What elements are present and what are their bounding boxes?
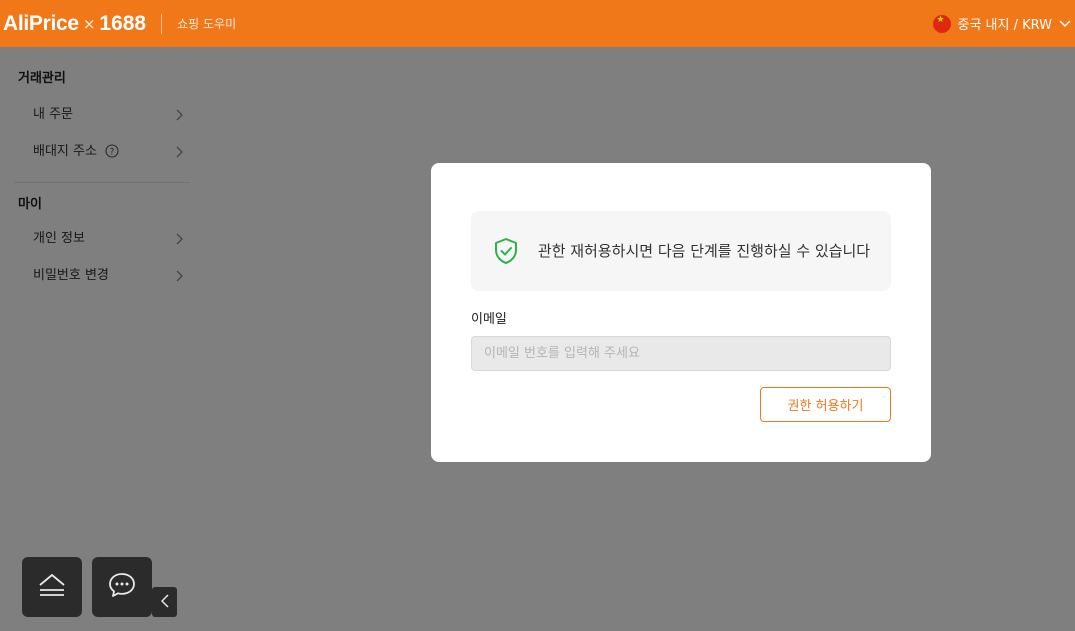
chevron-left-icon xyxy=(160,593,169,612)
notice-text: 관한 재허용하시면 다음 단계를 진행하실 수 있습니다 xyxy=(537,241,871,260)
scroll-top-button[interactable] xyxy=(22,557,82,617)
chat-button[interactable] xyxy=(92,557,152,617)
header-tagline: 쇼핑 도우미 xyxy=(177,17,237,31)
email-input[interactable] xyxy=(471,336,891,371)
logo-brand: AliPrice xyxy=(3,11,79,35)
logo[interactable]: AliPrice × 1688 xyxy=(3,12,146,36)
chevron-down-icon xyxy=(1059,20,1071,28)
region-label: 중국 내지 / KRW xyxy=(957,18,1052,33)
top-header: AliPrice × 1688 쇼핑 도우미 ★ 중국 내지 / KRW xyxy=(0,0,1075,47)
logo-times: × xyxy=(82,14,96,33)
china-flag-icon: ★ xyxy=(933,14,952,33)
chat-icon xyxy=(107,571,137,603)
collapse-button[interactable] xyxy=(152,587,177,617)
scroll-top-icon xyxy=(37,572,67,602)
permission-dialog: 관한 재허용하시면 다음 단계를 진행하실 수 있습니다 이메일 권한 허용하기 xyxy=(431,163,931,462)
region-selector[interactable]: ★ 중국 내지 / KRW xyxy=(933,0,1071,47)
email-label: 이메일 xyxy=(471,312,507,327)
shield-check-icon xyxy=(493,237,519,265)
app-page: AliPrice × 1688 쇼핑 도우미 ★ 중국 내지 / KRW 거래관… xyxy=(0,0,1075,631)
notice-box: 관한 재허용하시면 다음 단계를 진행하실 수 있습니다 xyxy=(471,211,891,291)
grant-permission-button[interactable]: 권한 허용하기 xyxy=(760,387,891,422)
logo-partner: 1688 xyxy=(99,11,147,35)
header-divider xyxy=(161,13,163,34)
